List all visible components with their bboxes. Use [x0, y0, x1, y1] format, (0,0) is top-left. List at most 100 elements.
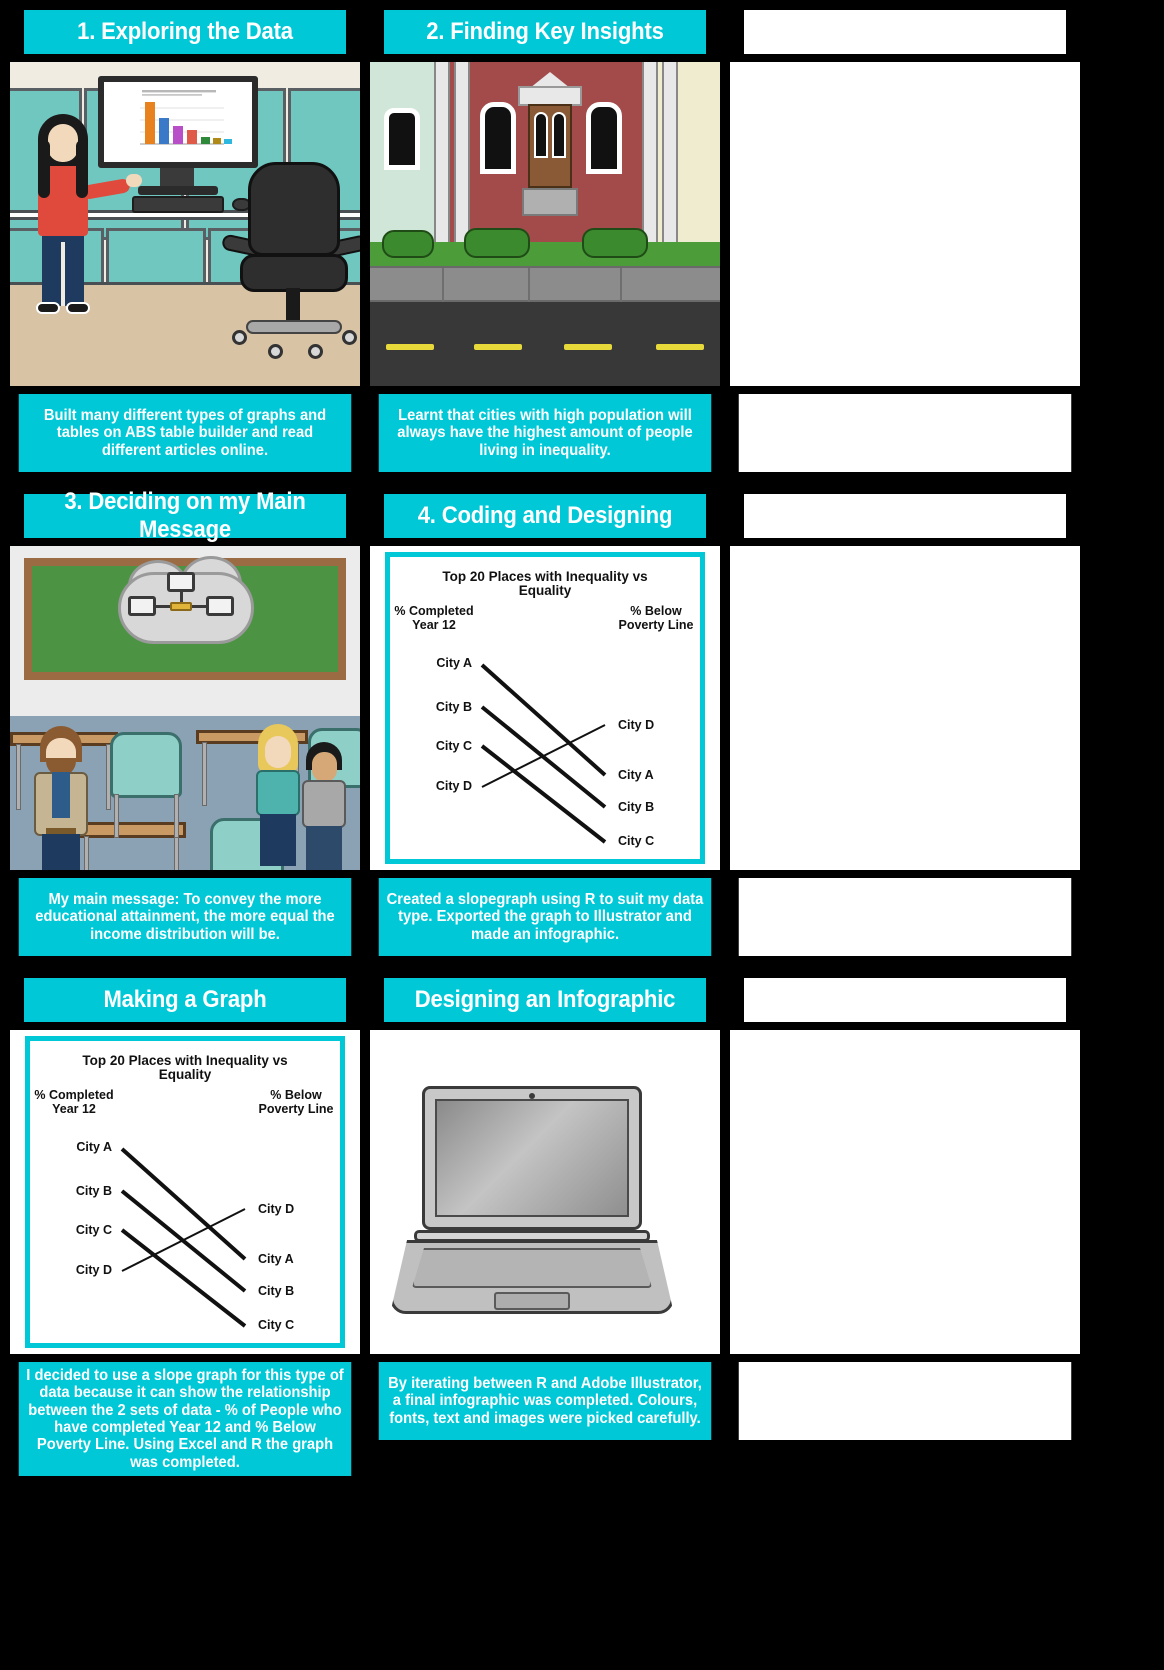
- presenter-hand: [126, 174, 142, 187]
- storyboard-cell-panel-5[interactable]: 4. Coding and Designing Top 20 Places wi…: [370, 494, 720, 956]
- laptop-icon: [128, 596, 156, 616]
- storyboard-cell-panel-2[interactable]: 2. Finding Key Insights Learnt that citi…: [370, 10, 720, 472]
- chair-leg: [174, 794, 179, 838]
- slope-left-label: City B: [76, 1184, 112, 1198]
- panel-art-office-presentation: [10, 62, 360, 386]
- presenter-shoe-right: [66, 302, 90, 314]
- storyboard-row-3: Making a Graph Top 20 Places with Inequa…: [10, 978, 1154, 1477]
- storyboard-cell-panel-8[interactable]: Designing an Infographic By iterating be…: [370, 978, 720, 1476]
- slopegraph-frame: Top 20 Places with Inequality vs Equalit…: [385, 552, 705, 864]
- presenter-hair-right: [76, 140, 88, 198]
- storyboard-cell-panel-6[interactable]: [730, 494, 1080, 956]
- house-column: [662, 62, 678, 257]
- office-scene: [10, 62, 360, 386]
- chair-caster: [308, 344, 323, 359]
- slope-right-label: City A: [618, 768, 654, 782]
- slope-right-label: City B: [258, 1284, 294, 1298]
- desk-leg: [174, 836, 179, 870]
- sidewalk-crack: [620, 268, 622, 304]
- student-girl-face: [265, 736, 291, 768]
- bush: [582, 228, 648, 258]
- chair: [110, 732, 182, 798]
- panel-art-blank: [730, 1030, 1080, 1354]
- storyboard-cell-panel-3[interactable]: [730, 10, 1080, 472]
- student-boy-face: [312, 752, 337, 782]
- desk: [78, 822, 186, 838]
- house-column: [454, 62, 470, 257]
- panel-art-blank: [730, 546, 1080, 870]
- laptop-icon: [206, 596, 234, 616]
- slope-left-label: City C: [436, 739, 472, 753]
- classroom-scene: [10, 546, 360, 870]
- house-column: [434, 62, 450, 257]
- teacher-jeans: [42, 834, 80, 870]
- presenter-face: [48, 124, 78, 162]
- student-girl-top: [256, 770, 300, 816]
- road-dash: [474, 344, 522, 350]
- road-dash: [386, 344, 434, 350]
- door-glass-right: [552, 112, 566, 158]
- storyboard-cell-panel-1[interactable]: 1. Exploring the Data Built many differe…: [10, 10, 360, 472]
- panel-caption: I decided to use a slope graph for this …: [18, 1362, 352, 1477]
- cubicle-panel-lower: [106, 228, 206, 286]
- door-glass-left: [534, 112, 548, 158]
- chair-caster: [268, 344, 283, 359]
- slope-right-label: City C: [258, 1318, 294, 1332]
- chart-title-line2: Equality: [519, 583, 572, 598]
- left-axis-label-line1: % Completed: [394, 604, 473, 618]
- panel-art-slopegraph: Top 20 Places with Inequality vs Equalit…: [370, 546, 720, 870]
- chart-title-line2: Equality: [159, 1067, 212, 1082]
- slope-left-label: City C: [76, 1223, 112, 1237]
- road-dash: [564, 344, 612, 350]
- sidewalk-crack: [442, 268, 444, 304]
- storyboard: 1. Exploring the Data Built many differe…: [0, 0, 1164, 1670]
- slope-right-label: City D: [618, 718, 654, 732]
- monitor-icon: [98, 76, 258, 168]
- slope-left-label: City D: [76, 1263, 112, 1277]
- panel-caption: By iterating between R and Adobe Illustr…: [378, 1362, 712, 1440]
- panel-title: 2. Finding Key Insights: [384, 10, 706, 54]
- right-axis-label-line2: Poverty Line: [618, 618, 693, 632]
- slope-left-label: City B: [436, 700, 472, 714]
- student-girl-jeans: [260, 814, 296, 866]
- desk-leg: [84, 836, 89, 870]
- panel-art-classroom: [10, 546, 360, 870]
- bush: [382, 230, 434, 258]
- slope-left-label: City D: [436, 779, 472, 793]
- slope-right-label: City D: [258, 1202, 294, 1216]
- road: [370, 302, 720, 386]
- chart-title-line1: Top 20 Places with Inequality vs: [442, 569, 647, 584]
- panel-title: 1. Exploring the Data: [24, 10, 346, 54]
- panel-art-blank: [730, 62, 1080, 386]
- right-axis-label-line1: % Below: [630, 604, 682, 618]
- chair-caster: [232, 330, 247, 345]
- chart-title-line1: Top 20 Places with Inequality vs: [82, 1053, 287, 1068]
- panel-title: [744, 10, 1066, 54]
- panel-art-house-street: [370, 62, 720, 386]
- panel-title: 3. Deciding on my Main Message: [24, 488, 346, 543]
- network-hub: [170, 602, 192, 611]
- keyboard-icon: [132, 196, 224, 213]
- panel-title: [744, 978, 1066, 1022]
- student-boy-shirt: [302, 780, 346, 828]
- neighbour-house-right: [648, 62, 720, 257]
- slope-right-label: City A: [258, 1252, 294, 1266]
- left-axis-label-line2: Year 12: [52, 1102, 96, 1116]
- bush: [464, 228, 530, 258]
- window-front-left: [480, 102, 516, 174]
- student-boy-jeans: [306, 826, 342, 870]
- laptop-hinge: [414, 1230, 650, 1242]
- panel-title: Making a Graph: [24, 978, 346, 1022]
- storyboard-row-2: 3. Deciding on my Main Message My main m…: [10, 488, 1154, 956]
- storyboard-cell-panel-4[interactable]: 3. Deciding on my Main Message My main m…: [10, 488, 360, 956]
- storyboard-cell-panel-9[interactable]: [730, 978, 1080, 1476]
- office-chair-base: [246, 320, 342, 334]
- slope-right-label: City B: [618, 800, 654, 814]
- panel-title: 4. Coding and Designing: [384, 494, 706, 538]
- laptop-trackpad: [494, 1292, 570, 1310]
- window-left: [384, 108, 420, 170]
- desk-leg: [16, 744, 21, 810]
- storyboard-cell-panel-7[interactable]: Making a Graph Top 20 Places with Inequa…: [10, 978, 360, 1477]
- slopegraph-chart: Top 20 Places with Inequality vs Equalit…: [390, 557, 700, 859]
- house-scene: [370, 62, 720, 386]
